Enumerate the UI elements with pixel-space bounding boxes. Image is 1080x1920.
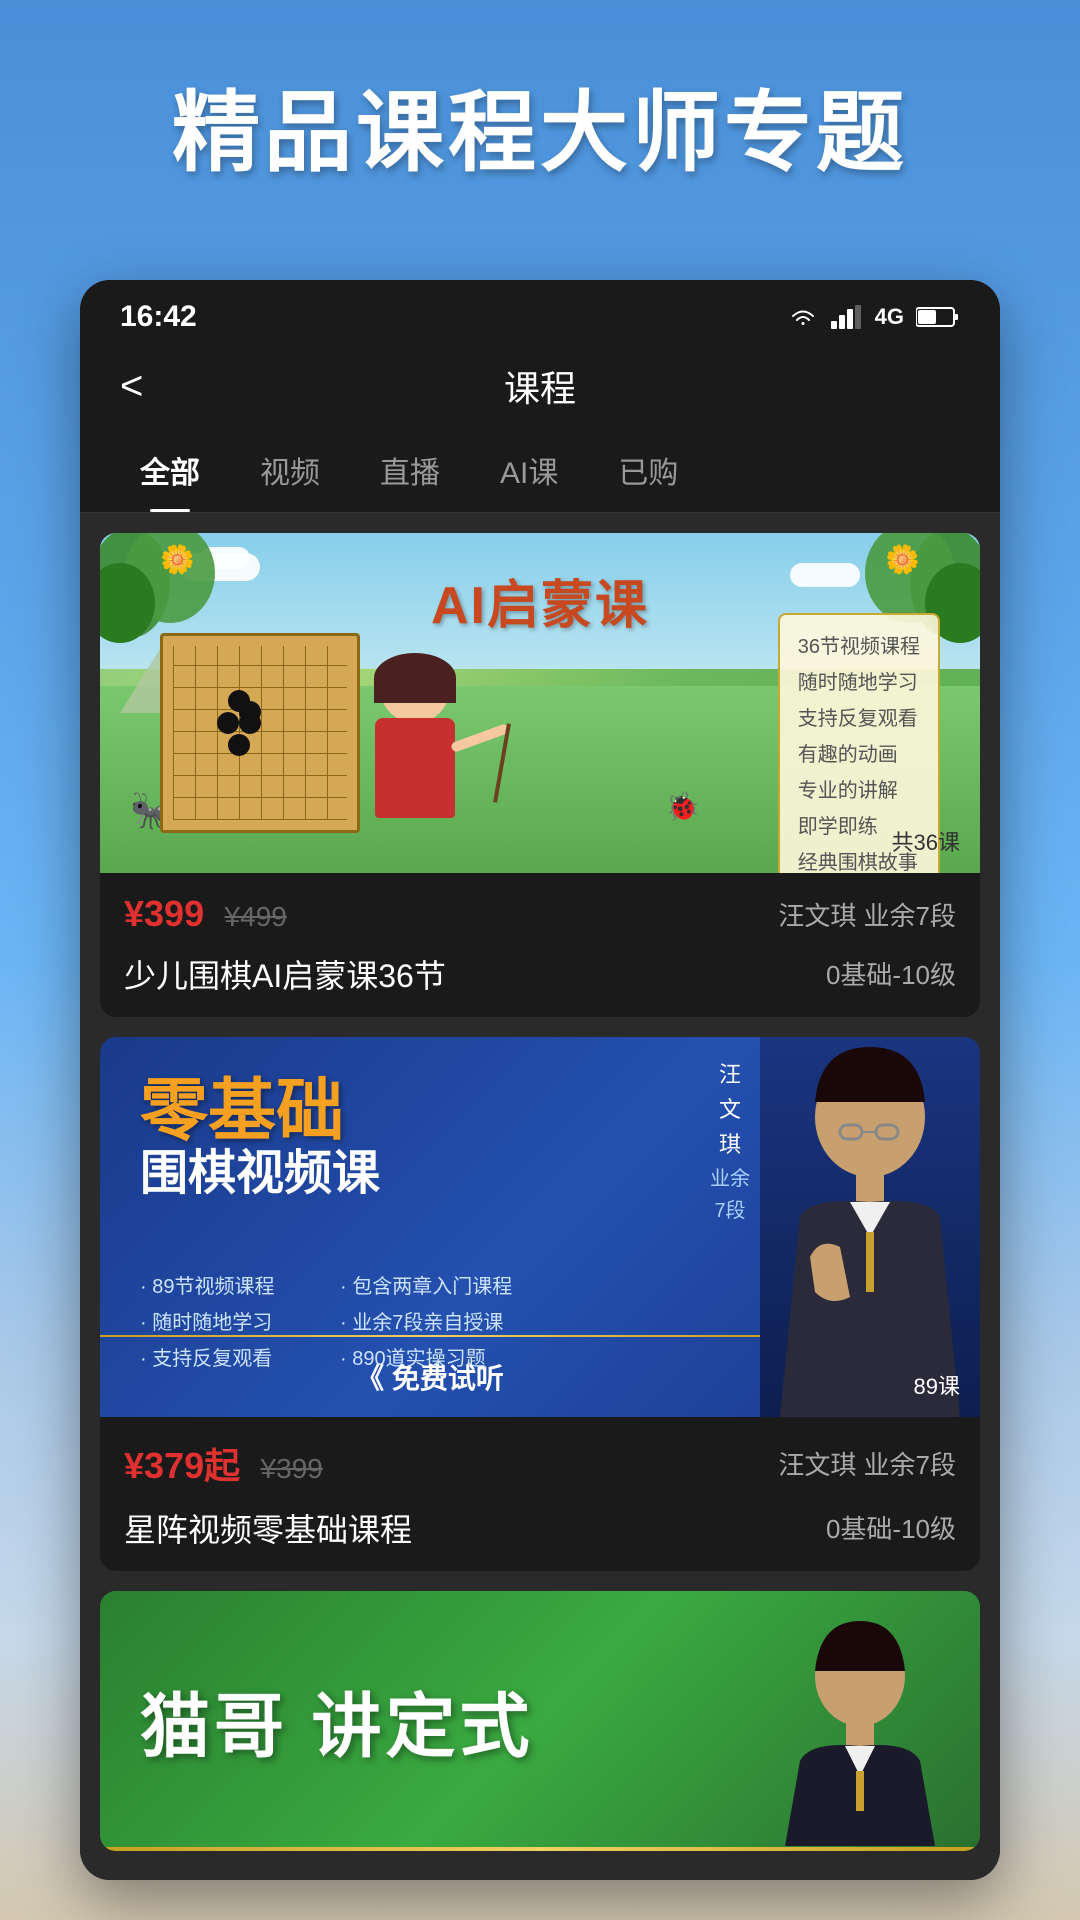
gold-divider — [100, 1335, 760, 1337]
cat-title-area: 猫哥 讲定式 — [140, 1671, 533, 1772]
hero-title: 精品课程大师专题 — [0, 60, 1080, 206]
cat-gold-bar — [100, 1847, 980, 1851]
course-banner-ai: 🌼 🌼 AI启蒙课 — [100, 533, 980, 873]
tab-video[interactable]: 视频 — [230, 428, 350, 512]
character-body — [375, 718, 455, 818]
teacher-silhouette-svg — [760, 1037, 980, 1417]
course-banner-zero: 零基础 围棋视频课 · 89节视频课程 · 随时随地学习 · 支持反复观看 · … — [100, 1037, 980, 1417]
teacher-badge: 汪文琪 业余7段 — [710, 1057, 750, 1227]
teacher-photo-area — [760, 1037, 980, 1417]
banner-zero-main: 零基础 — [140, 1077, 380, 1145]
name-level-row-1: 少儿围棋AI启蒙课36节 0基础-10级 — [124, 945, 956, 997]
info-line-2: 随时随地学习 — [798, 665, 920, 701]
teacher-rank: 业余7段 — [710, 1163, 750, 1227]
name-level-row-2: 星阵视频零基础课程 0基础-10级 — [124, 1499, 956, 1551]
cat-teacher-photo — [780, 1616, 940, 1851]
status-time: 16:42 — [120, 300, 197, 334]
info-line-5: 专业的讲解 — [798, 773, 920, 809]
board-grid-lines — [173, 646, 347, 820]
course-banner-cat: 猫哥 讲定式 — [100, 1591, 980, 1851]
wifi-icon — [787, 305, 819, 329]
free-trial-badge: 《 免费试听 — [100, 1357, 760, 1397]
banner-zero-sub: 围棋视频课 — [140, 1145, 380, 1203]
course-name-2: 星阵视频零基础课程 — [124, 1505, 412, 1551]
back-button[interactable]: < — [120, 364, 143, 409]
course-card-3[interactable]: 猫哥 讲定式 — [100, 1591, 980, 1851]
price-current-1: ¥399 — [124, 893, 204, 934]
course-count-badge-1: 共36课 — [892, 825, 960, 857]
status-icons: 4G — [787, 304, 960, 330]
tab-live[interactable]: 直播 — [350, 428, 470, 512]
course-level-1: 0基础-10级 — [826, 955, 956, 992]
course-count-badge-2: 89课 — [914, 1369, 960, 1401]
nav-title: 课程 — [504, 360, 576, 412]
cat-title-text: 猫哥 讲定式 — [140, 1671, 533, 1772]
info-line-3: 支持反复观看 — [798, 701, 920, 737]
ladybug-decoration: 🐞 — [665, 790, 700, 823]
go-stone-2 — [217, 712, 239, 734]
price-group-2: ¥379起 ¥399 — [124, 1437, 323, 1489]
character-hair — [374, 653, 456, 703]
flower-1: 🌼 — [160, 543, 195, 576]
cat-teacher-svg — [780, 1616, 940, 1846]
course-text-info-1: ¥399 ¥499 汪文琪 业余7段 少儿围棋AI启蒙课36节 0基础-10级 — [100, 873, 980, 1017]
board-grid — [173, 646, 347, 820]
banner-zero-title: 零基础 围棋视频课 — [140, 1077, 380, 1203]
content-area[interactable]: 🌼 🌼 AI启蒙课 — [80, 513, 1000, 1880]
network-type: 4G — [875, 304, 904, 330]
nav-bar: < 课程 — [80, 344, 1000, 428]
tab-all[interactable]: 全部 — [110, 428, 230, 512]
info-line-1: 36节视频课程 — [798, 629, 920, 665]
course-name-1: 少儿围棋AI启蒙课36节 — [124, 951, 446, 997]
price-original-1: ¥499 — [225, 901, 287, 932]
course-level-2: 0基础-10级 — [826, 1509, 956, 1546]
character — [350, 653, 480, 853]
price-row-1: ¥399 ¥499 汪文琪 业余7段 — [124, 893, 956, 935]
tab-purchased[interactable]: 已购 — [588, 428, 708, 512]
teacher-name-chars: 汪文琪 — [710, 1057, 750, 1163]
tab-ai[interactable]: AI课 — [470, 428, 588, 512]
go-stone-5 — [239, 701, 261, 723]
cloud-3 — [790, 563, 860, 587]
price-current-2: ¥379起 — [124, 1445, 240, 1486]
go-stone-3 — [228, 734, 250, 756]
teacher-1: 汪文琪 业余7段 — [778, 896, 956, 933]
detail-r1: · 包含两章入门课程 — [340, 1269, 512, 1305]
go-board — [160, 633, 360, 833]
banner-ai-title: AI启蒙课 — [431, 563, 649, 638]
price-group-1: ¥399 ¥499 — [124, 893, 287, 935]
status-bar: 16:42 4G — [80, 280, 1000, 344]
course-text-info-2: ¥379起 ¥399 汪文琪 业余7段 星阵视频零基础课程 0基础-10级 — [100, 1417, 980, 1571]
course-card-2[interactable]: 零基础 围棋视频课 · 89节视频课程 · 随时随地学习 · 支持反复观看 · … — [100, 1037, 980, 1571]
battery-icon — [916, 305, 960, 329]
course-card-1[interactable]: 🌼 🌼 AI启蒙课 — [100, 533, 980, 1017]
teacher-2: 汪文琪 业余7段 — [778, 1445, 956, 1482]
flower-2: 🌼 — [885, 543, 920, 576]
detail-l1: · 89节视频课程 — [140, 1269, 274, 1305]
price-row-2: ¥379起 ¥399 汪文琪 业余7段 — [124, 1437, 956, 1489]
tab-bar: 全部 视频 直播 AI课 已购 — [80, 428, 1000, 513]
signal-icon — [831, 305, 863, 329]
price-original-2: ¥399 — [261, 1453, 323, 1484]
app-container: 16:42 4G < — [80, 280, 1000, 1880]
info-line-4: 有趣的动画 — [798, 737, 920, 773]
